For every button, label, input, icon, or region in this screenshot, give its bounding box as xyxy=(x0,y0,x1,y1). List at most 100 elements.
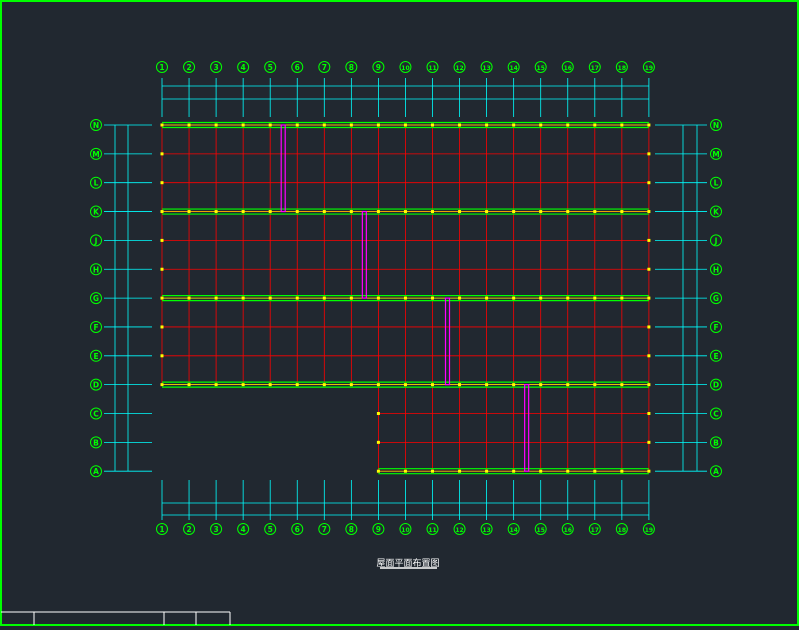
node-13-K xyxy=(485,210,489,214)
node-16-A xyxy=(566,469,570,473)
node-2-D xyxy=(187,383,191,387)
node-13-D xyxy=(485,383,489,387)
axis-bubble-top-8-label: 8 xyxy=(349,63,354,72)
axis-bubble-top-5-label: 5 xyxy=(268,63,273,72)
axis-bubble-top-11: 11 xyxy=(426,61,439,73)
node-6-G xyxy=(295,296,299,300)
axis-bubble-top-4: 4 xyxy=(237,61,250,73)
axis-bubble-top-18: 18 xyxy=(615,61,628,73)
axis-bubble-top-10: 10 xyxy=(399,61,412,73)
node-14-N xyxy=(512,123,516,127)
axis-bubble-top-6-label: 6 xyxy=(295,63,300,72)
node-19-J xyxy=(647,238,651,242)
axis-bubble-left-J-label: J xyxy=(94,236,98,245)
axis-bubble-right-M: M xyxy=(710,147,722,160)
node-5-K xyxy=(268,210,272,214)
axis-bubble-bottom-13-label: 13 xyxy=(482,527,490,534)
axis-bubble-right-C-label: C xyxy=(713,410,719,419)
axis-bubble-right-L-label: L xyxy=(714,179,719,188)
axis-bubble-left-F-label: F xyxy=(93,323,98,332)
axis-bubble-top-14-label: 14 xyxy=(509,65,517,72)
node-1-K xyxy=(160,210,164,214)
axis-bubble-left-G: G xyxy=(90,292,102,305)
node-18-N xyxy=(620,123,624,127)
axis-bubble-bottom-15-label: 15 xyxy=(537,527,545,534)
axis-bubble-top-13-label: 13 xyxy=(482,65,490,72)
axis-bubble-bottom-5-label: 5 xyxy=(268,525,273,534)
axis-bubble-top-16: 16 xyxy=(561,61,574,73)
node-15-K xyxy=(539,210,543,214)
axis-bubble-bottom-1: 1 xyxy=(156,523,168,535)
axis-bubble-left-G-label: G xyxy=(93,294,99,303)
axis-bubble-left-C-label: C xyxy=(93,410,99,419)
title-block xyxy=(1,611,231,625)
axis-bubble-top-19-label: 19 xyxy=(645,65,653,72)
axis-bubble-top-11-label: 11 xyxy=(428,65,436,72)
node-17-K xyxy=(593,210,597,214)
axis-bubble-bottom-9-label: 9 xyxy=(376,525,381,534)
axis-bubble-right-E: E xyxy=(710,349,722,362)
node-9-C xyxy=(376,412,380,415)
node-19-C xyxy=(647,412,651,415)
axis-bubble-right-N-label: N xyxy=(713,121,719,130)
node-1-N xyxy=(160,123,164,127)
node-9-B xyxy=(376,440,380,444)
axis-bubble-bottom-7-label: 7 xyxy=(322,525,327,534)
axis-bubble-right-H: H xyxy=(710,263,722,276)
bracing-bar-3 xyxy=(444,297,451,386)
bracing-bar-4 xyxy=(524,384,530,472)
axis-bubble-bottom-6-label: 6 xyxy=(295,525,300,534)
node-2-K xyxy=(187,210,191,214)
axis-bubble-bottom-2-label: 2 xyxy=(186,525,191,534)
node-19-E xyxy=(647,354,651,358)
axis-bubble-top-12-label: 12 xyxy=(455,65,463,72)
node-18-D xyxy=(620,383,624,387)
node-11-D xyxy=(431,383,434,387)
node-17-D xyxy=(593,383,597,387)
axis-bubble-bottom-3: 3 xyxy=(210,523,223,535)
axis-bubble-top-3: 3 xyxy=(210,61,223,73)
cad-drawing-canvas[interactable]: 1 1 2 2 3 3 4 4 5 5 6 6 7 7 8 8 9 9 10 10 11 11 12 12 13 13 14 14 15… xyxy=(0,0,799,626)
node-19-D xyxy=(647,383,651,387)
node-9-D xyxy=(376,383,380,387)
axis-bubble-top-1-label: 1 xyxy=(159,63,164,72)
axis-bubble-top-1: 1 xyxy=(156,61,168,73)
axis-bubble-left-J: J xyxy=(90,234,102,247)
axis-bubble-left-F: F xyxy=(90,320,102,333)
axis-bubble-right-B: B xyxy=(710,436,722,449)
axis-bubble-right-A: A xyxy=(710,465,722,478)
bracing-bar-1 xyxy=(280,124,286,213)
node-4-G xyxy=(241,296,245,300)
node-15-N xyxy=(539,123,543,127)
node-9-N xyxy=(376,123,380,127)
axis-bubble-top-15-label: 15 xyxy=(537,65,545,72)
axis-bubble-top-2: 2 xyxy=(183,61,196,73)
node-10-G xyxy=(403,296,407,300)
node-8-N xyxy=(349,123,353,127)
node-7-D xyxy=(322,383,326,387)
node-18-G xyxy=(620,296,624,300)
node-9-A xyxy=(376,469,380,473)
axis-bubble-bottom-8-label: 8 xyxy=(349,525,354,534)
axis-bubble-right-G-label: G xyxy=(713,294,719,303)
axis-bubble-left-K-label: K xyxy=(93,208,100,217)
node-19-F xyxy=(647,325,651,329)
axis-bubble-right-J: J xyxy=(710,234,722,247)
axis-bubble-right-J-label: J xyxy=(714,236,718,245)
node-11-G xyxy=(431,296,434,300)
axis-bubble-right-G: G xyxy=(710,292,722,305)
axis-bubble-bottom-18: 18 xyxy=(615,523,628,535)
node-8-G xyxy=(349,296,353,300)
axis-bubble-top-6: 6 xyxy=(291,61,304,73)
axis-bubble-bottom-19: 19 xyxy=(642,523,655,535)
axis-bubble-right-N: N xyxy=(710,119,722,131)
node-17-G xyxy=(593,296,597,300)
axis-bubble-bottom-15: 15 xyxy=(534,523,547,535)
axis-bubble-left-N: N xyxy=(90,119,102,131)
node-7-K xyxy=(322,210,326,214)
axis-bubble-left-L: L xyxy=(90,176,102,189)
node-13-A xyxy=(485,469,489,473)
axis-bubble-top-4-label: 4 xyxy=(241,63,246,72)
axis-bubble-bottom-1-label: 1 xyxy=(159,525,164,534)
axis-bubble-left-E-label: E xyxy=(93,352,98,361)
